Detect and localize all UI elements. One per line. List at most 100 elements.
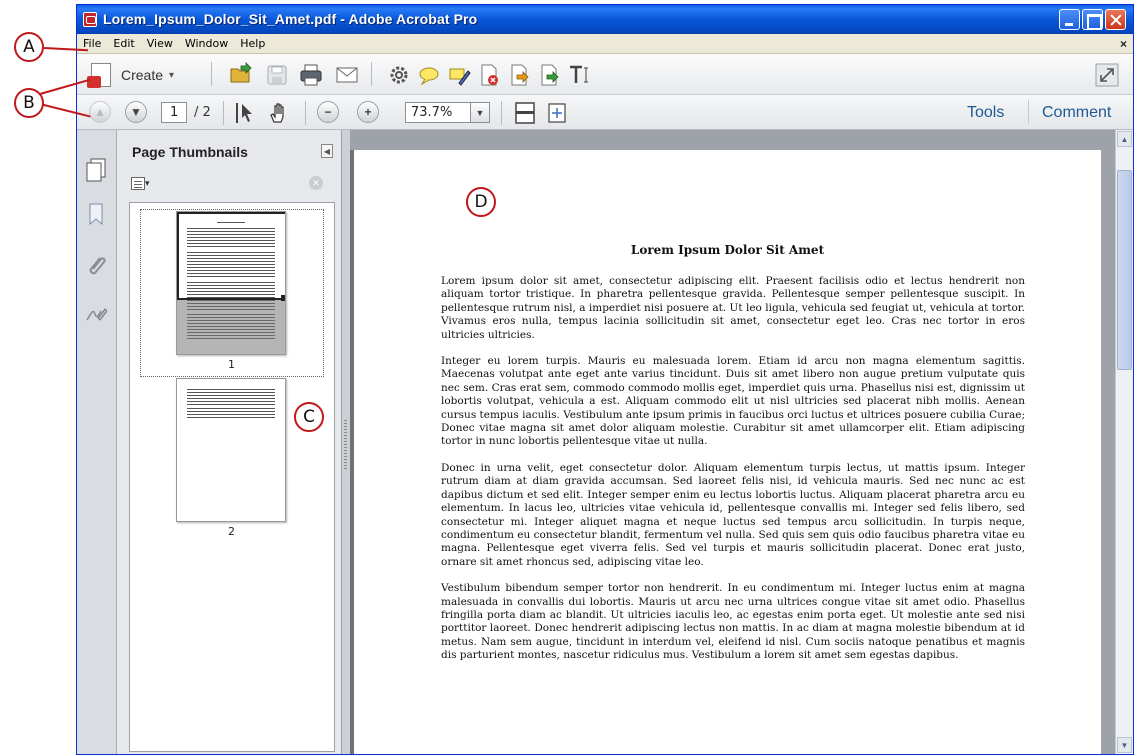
- comment-bubble-button[interactable]: [417, 63, 441, 87]
- thumb-text-block: [187, 408, 275, 418]
- hand-icon: [270, 103, 284, 123]
- splitter-grip: [344, 420, 347, 470]
- save-icon: [267, 65, 287, 85]
- toolbar-divider: [223, 101, 224, 125]
- toolbar-divider: [501, 101, 502, 125]
- title-bar[interactable]: Lorem_Ipsum_Dolor_Sit_Amet.pdf - Adobe A…: [77, 5, 1133, 34]
- paragraph: Integer eu lorem turpis. Mauris eu males…: [441, 355, 1025, 448]
- menu-help[interactable]: Help: [234, 34, 271, 50]
- print-icon: [300, 64, 322, 86]
- text-edit-icon: [570, 65, 588, 83]
- share-button[interactable]: [537, 63, 561, 87]
- export-icon: [511, 64, 529, 86]
- maximize-button[interactable]: [1082, 9, 1103, 30]
- zoom-out-button[interactable]: −: [317, 101, 339, 123]
- document-close-button[interactable]: ×: [1120, 37, 1127, 51]
- bookmark-icon[interactable]: [85, 202, 107, 226]
- zoom-dropdown-button[interactable]: ▼: [470, 102, 490, 123]
- thumbnail-offscreen-shade: [177, 300, 285, 354]
- select-cursor-icon: [236, 103, 252, 123]
- fullscreen-button[interactable]: [1095, 63, 1119, 87]
- save-button[interactable]: [265, 63, 289, 87]
- previous-page-button[interactable]: ▲: [89, 101, 111, 123]
- pdf-tool-icon: [481, 64, 498, 86]
- acrobat-window: Lorem_Ipsum_Dolor_Sit_Amet.pdf - Adobe A…: [76, 4, 1134, 755]
- tools-pane-link[interactable]: Tools: [967, 104, 1004, 122]
- minimize-button[interactable]: [1059, 9, 1080, 30]
- toolbar-divider: [305, 101, 306, 125]
- page-thumbnails-pane: Page Thumbnails ◀ ▾ ✕ 1 2: [117, 130, 342, 754]
- zoom-in-button[interactable]: +: [357, 101, 379, 123]
- page-number-input[interactable]: 1: [161, 102, 187, 123]
- signature-icon[interactable]: [85, 302, 107, 326]
- highlight-button[interactable]: [447, 63, 471, 87]
- thumbnail-label-2: 2: [228, 525, 235, 538]
- close-pane-button[interactable]: ✕: [309, 176, 323, 190]
- gear-icon: [390, 66, 408, 84]
- document-viewport[interactable]: Lorem Ipsum Dolor Sit Amet Lorem ipsum d…: [350, 130, 1115, 754]
- pane-title: Page Thumbnails: [132, 144, 248, 160]
- open-button[interactable]: [229, 62, 253, 86]
- close-button[interactable]: [1105, 9, 1126, 30]
- text-edit-button[interactable]: [567, 63, 591, 87]
- fullscreen-icon: [1095, 63, 1119, 87]
- document-body: Lorem ipsum dolor sit amet, consectetur …: [441, 275, 1025, 676]
- pane-splitter[interactable]: [342, 130, 350, 754]
- visible-area-resize-handle[interactable]: [281, 295, 285, 301]
- menu-edit[interactable]: Edit: [107, 34, 140, 50]
- scrollbar-thumb[interactable]: [1117, 170, 1132, 370]
- chevron-down-icon: ▾: [169, 69, 175, 81]
- attachment-icon[interactable]: [85, 254, 107, 278]
- settings-button[interactable]: [387, 63, 411, 87]
- print-button[interactable]: [299, 63, 323, 87]
- scroll-down-button[interactable]: ▼: [1117, 737, 1132, 753]
- email-button[interactable]: [335, 63, 359, 87]
- share-icon: [541, 64, 559, 86]
- menu-file[interactable]: File: [77, 34, 107, 50]
- comment-pane-link[interactable]: Comment: [1042, 104, 1111, 122]
- visible-area-box[interactable]: [177, 212, 285, 300]
- toolbar-divider: [371, 62, 372, 86]
- page-layout-button[interactable]: [513, 101, 537, 125]
- page-thumbnail-2[interactable]: [176, 378, 286, 522]
- thumbnail-options-button[interactable]: ▾: [131, 175, 157, 191]
- menu-window[interactable]: Window: [179, 34, 234, 50]
- select-tool-button[interactable]: [233, 101, 257, 125]
- comment-bubble-icon: [419, 67, 439, 86]
- highlight-icon: [449, 68, 471, 86]
- page-thumbnail-1[interactable]: [176, 211, 286, 355]
- hand-tool-button[interactable]: [267, 101, 291, 125]
- callout-a: A: [14, 32, 44, 62]
- zoom-level-input[interactable]: 73.7%: [405, 102, 471, 123]
- plus-icon: +: [357, 101, 379, 123]
- paragraph: Donec in urna velit, eget consectetur do…: [441, 461, 1025, 568]
- create-label: Create: [121, 67, 164, 83]
- acrobat-app-icon[interactable]: [83, 12, 97, 27]
- fit-page-icon: [548, 103, 566, 123]
- navigation-toolbar: ▲ ▼ 1 / 2 − + 73.7% ▼ Tools Comment: [77, 95, 1133, 130]
- create-pdf-icon: [87, 63, 111, 88]
- menu-view[interactable]: View: [141, 34, 179, 50]
- create-button[interactable]: Create ▾: [87, 62, 193, 88]
- thumbnail-list[interactable]: 1 2: [129, 202, 335, 752]
- toolbar-divider: [211, 62, 212, 86]
- window-title: Lorem_Ipsum_Dolor_Sit_Amet.pdf - Adobe A…: [103, 11, 478, 27]
- collapse-pane-button[interactable]: ◀: [321, 144, 333, 158]
- minus-icon: −: [317, 101, 339, 123]
- pdf-tool-button[interactable]: [477, 63, 501, 87]
- page-total: / 2: [194, 105, 211, 120]
- vertical-scrollbar[interactable]: ▲ ▼: [1115, 130, 1133, 754]
- thumb-text-block: [187, 389, 275, 405]
- scroll-up-button[interactable]: ▲: [1117, 131, 1132, 147]
- document-title: Lorem Ipsum Dolor Sit Amet: [630, 243, 825, 257]
- callout-b: B: [14, 88, 44, 118]
- common-toolbar: Create ▾: [77, 54, 1133, 95]
- export-button[interactable]: [507, 63, 531, 87]
- page-thumbnails-icon[interactable]: [85, 158, 107, 182]
- open-icon: [230, 62, 252, 83]
- callout-c: C: [294, 402, 324, 432]
- next-page-button[interactable]: ▼: [125, 101, 147, 123]
- email-icon: [336, 67, 358, 83]
- menu-bar: File Edit View Window Help ×: [77, 34, 1133, 54]
- fit-page-button[interactable]: [545, 101, 569, 125]
